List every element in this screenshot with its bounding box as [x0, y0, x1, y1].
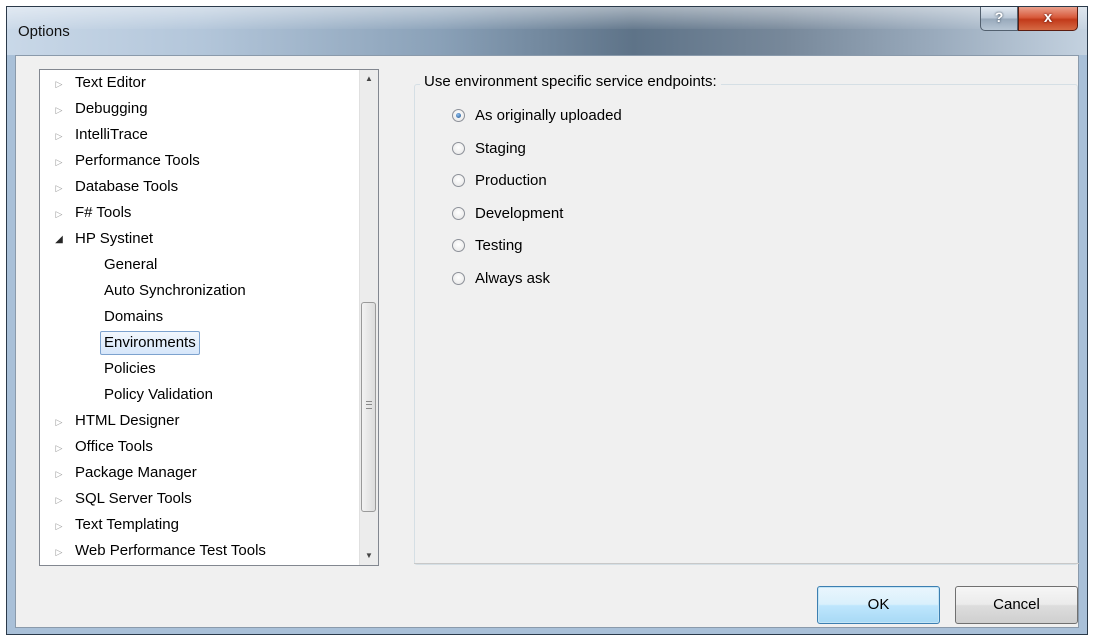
collapsed-triangle-icon[interactable]: ▷ — [52, 409, 66, 435]
tree-item-label: Package Manager — [75, 464, 197, 481]
dialog-client-area: ▷ Text Editor ▷ Debugging ▷ IntelliTrace ▷ Perf… — [15, 55, 1079, 628]
expanded-triangle-icon[interactable]: ◢ — [52, 227, 66, 253]
scroll-up-arrow-icon[interactable]: ▲ — [360, 70, 378, 88]
tree-item-label: Debugging — [75, 100, 148, 117]
radio-unchecked-icon[interactable] — [452, 239, 465, 252]
collapsed-triangle-icon[interactable]: ▷ — [52, 71, 66, 97]
collapsed-triangle-icon[interactable]: ▷ — [52, 461, 66, 487]
help-icon: ? — [994, 9, 1004, 25]
collapsed-triangle-icon[interactable]: ▷ — [52, 513, 66, 539]
endpoint-option-label: Testing — [475, 237, 523, 254]
radio-unchecked-icon[interactable] — [452, 272, 465, 285]
radio-unchecked-icon[interactable] — [452, 142, 465, 155]
tree-item-label: Office Tools — [75, 438, 153, 455]
ok-button[interactable]: OK — [817, 586, 940, 624]
tree-item-label: HTML Designer — [75, 412, 180, 429]
tree-item-label: General — [104, 256, 158, 273]
collapsed-triangle-icon[interactable]: ▷ — [52, 201, 66, 227]
window-title: Options — [18, 23, 70, 40]
radio-unchecked-icon[interactable] — [452, 207, 465, 220]
endpoint-option-label: As originally uploaded — [475, 107, 622, 124]
tree-item-label: Web Performance Test Tools — [75, 542, 266, 559]
collapsed-triangle-icon[interactable]: ▷ — [52, 123, 66, 149]
tree-item-label: Environments — [100, 331, 200, 355]
tree-item-label: Text Editor — [75, 74, 146, 91]
tree-item-label: Auto Synchronization — [104, 282, 246, 299]
scroll-down-arrow-icon[interactable]: ▼ — [360, 547, 378, 565]
collapsed-triangle-icon[interactable]: ▷ — [52, 487, 66, 513]
cancel-button[interactable]: Cancel — [955, 586, 1078, 624]
tree-item-label: Performance Tools — [75, 152, 200, 169]
title-bar[interactable]: Options ? x — [7, 7, 1087, 55]
collapsed-triangle-icon[interactable]: ▷ — [52, 149, 66, 175]
tree-item-label: IntelliTrace — [75, 126, 148, 143]
tree-item-label: Policy Validation — [104, 386, 213, 403]
collapsed-triangle-icon[interactable]: ▷ — [52, 539, 66, 565]
scroll-grip-icon — [366, 401, 372, 409]
tree-item-label: HP Systinet — [75, 230, 154, 247]
tree-item-label: Database Tools — [75, 178, 179, 195]
tree-scrollbar[interactable]: ▲ ▼ — [359, 70, 378, 565]
title-bar-shine — [7, 7, 1087, 29]
button-separator — [414, 563, 1079, 564]
tree-item-label: Text Templating — [75, 516, 179, 533]
tree-item-label: F# Tools — [75, 204, 132, 221]
endpoint-option-label: Production — [475, 172, 547, 189]
tree-item-label: Policies — [104, 360, 156, 377]
collapsed-triangle-icon[interactable]: ▷ — [52, 175, 66, 201]
help-button[interactable]: ? — [980, 7, 1018, 31]
options-tree[interactable]: ▷ Text Editor ▷ Debugging ▷ IntelliTrace ▷ Perf… — [39, 69, 379, 566]
endpoints-group-title: Use environment specific service endpoin… — [420, 73, 721, 90]
collapsed-triangle-icon[interactable]: ▷ — [52, 97, 66, 123]
close-button[interactable]: x — [1018, 7, 1078, 31]
endpoint-option-label: Staging — [475, 140, 526, 157]
options-dialog: Options ? x ▷ Text Editor ▷ Debugging ▷ Intel… — [6, 6, 1088, 635]
scroll-thumb[interactable] — [361, 302, 376, 512]
radio-checked-icon[interactable] — [452, 109, 465, 122]
endpoint-option-label: Development — [475, 205, 564, 222]
close-icon: x — [1043, 9, 1053, 26]
endpoint-option-label: Always ask — [475, 270, 551, 287]
radio-unchecked-icon[interactable] — [452, 174, 465, 187]
collapsed-triangle-icon[interactable]: ▷ — [52, 435, 66, 461]
tree-item-label: Domains — [104, 308, 164, 325]
tree-item-label: SQL Server Tools — [75, 490, 192, 507]
